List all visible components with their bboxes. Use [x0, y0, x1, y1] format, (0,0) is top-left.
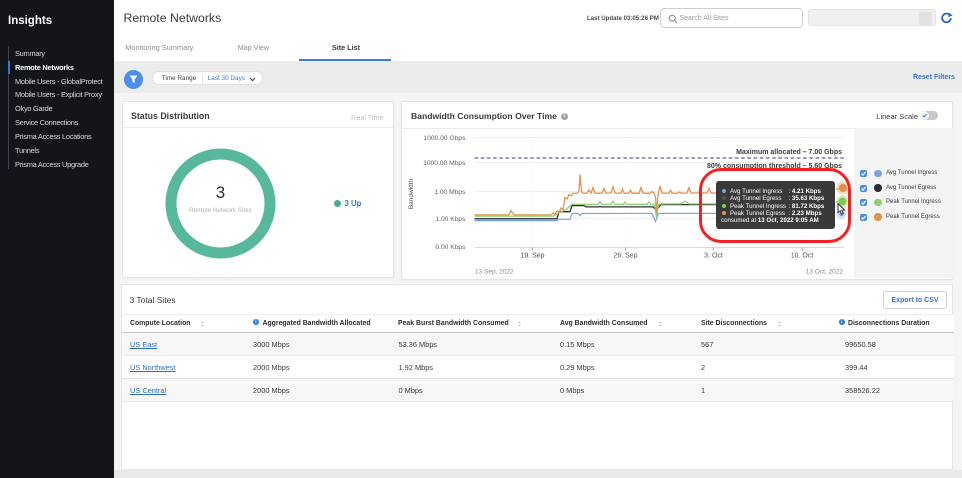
svg-text:13 Oct, 2022: 13 Oct, 2022 [806, 268, 844, 275]
svg-text:0.00 Kbps: 0.00 Kbps [435, 244, 466, 251]
svg-text:13 Sep, 2022: 13 Sep, 2022 [475, 268, 514, 275]
svg-text:1.00 Mbps: 1.00 Mbps [434, 189, 466, 196]
svg-text:1000.00 Gbps: 1000.00 Gbps [423, 135, 466, 142]
svg-text:Bandwidth: Bandwidth [408, 178, 415, 209]
svg-text:26. Sep: 26. Sep [613, 252, 637, 259]
svg-text:10. Oct: 10. Oct [791, 252, 814, 259]
svg-text:19. Sep: 19. Sep [520, 252, 544, 259]
svg-text:1000.00 Mbps: 1000.00 Mbps [423, 160, 466, 167]
svg-text:3. Oct: 3. Oct [704, 252, 723, 259]
svg-text:1.00 Kbps: 1.00 Kbps [435, 216, 466, 223]
svg-text:Maximum allocated – 7.00 Gbps: Maximum allocated – 7.00 Gbps [736, 149, 842, 156]
